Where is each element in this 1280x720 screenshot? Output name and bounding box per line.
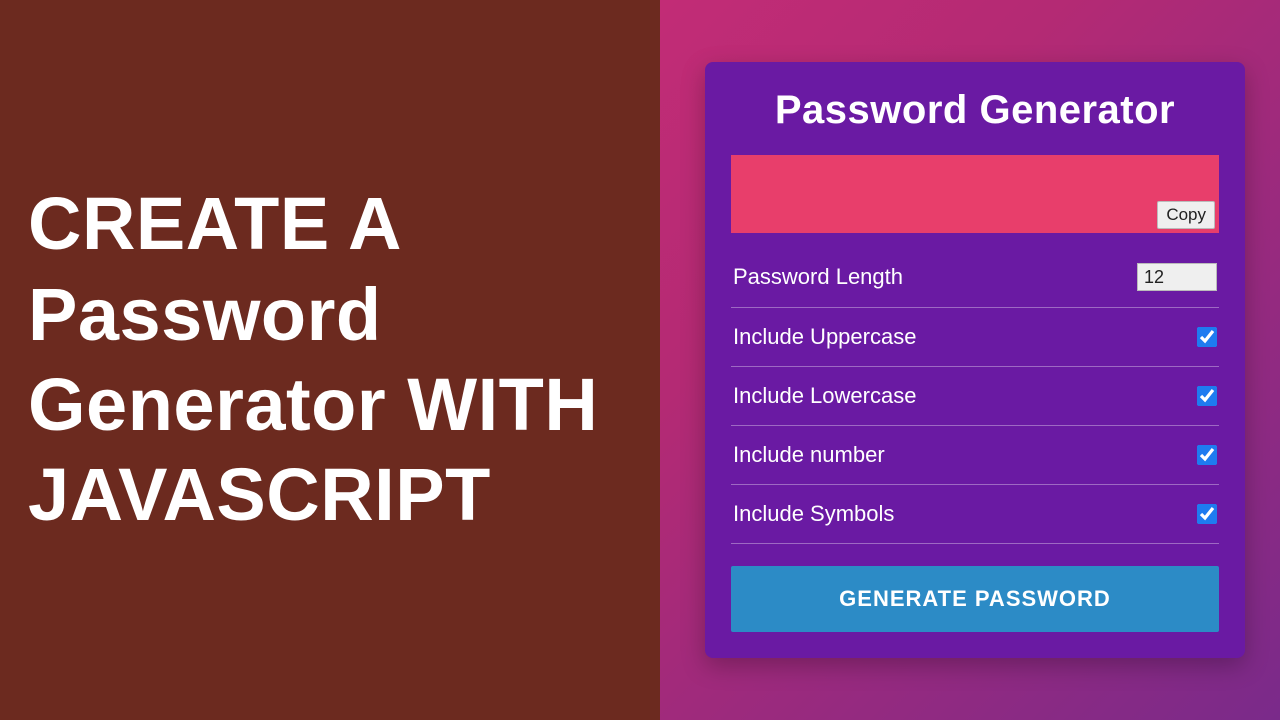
page: CREATE A Password Generator WITH JAVASCR… bbox=[0, 0, 1280, 720]
lowercase-checkbox[interactable] bbox=[1197, 386, 1217, 406]
generator-card: Password Generator Copy Password Length … bbox=[705, 62, 1245, 658]
symbols-label: Include Symbols bbox=[733, 501, 894, 527]
row-lowercase: Include Lowercase bbox=[731, 367, 1219, 426]
password-output: Copy bbox=[731, 155, 1219, 233]
left-panel: CREATE A Password Generator WITH JAVASCR… bbox=[0, 0, 660, 720]
row-number: Include number bbox=[731, 426, 1219, 485]
row-uppercase: Include Uppercase bbox=[731, 308, 1219, 367]
number-label: Include number bbox=[733, 442, 885, 468]
number-checkbox[interactable] bbox=[1197, 445, 1217, 465]
lowercase-label: Include Lowercase bbox=[733, 383, 916, 409]
symbols-checkbox[interactable] bbox=[1197, 504, 1217, 524]
headline-text: CREATE A Password Generator WITH JAVASCR… bbox=[28, 179, 640, 540]
copy-button[interactable]: Copy bbox=[1157, 201, 1215, 229]
length-input[interactable] bbox=[1137, 263, 1217, 291]
generate-button[interactable]: GENERATE PASSWORD bbox=[731, 566, 1219, 632]
length-label: Password Length bbox=[733, 264, 903, 290]
row-symbols: Include Symbols bbox=[731, 485, 1219, 544]
uppercase-checkbox[interactable] bbox=[1197, 327, 1217, 347]
uppercase-label: Include Uppercase bbox=[733, 324, 916, 350]
row-length: Password Length bbox=[731, 247, 1219, 308]
card-title: Password Generator bbox=[731, 88, 1219, 133]
right-panel: Password Generator Copy Password Length … bbox=[660, 0, 1280, 720]
